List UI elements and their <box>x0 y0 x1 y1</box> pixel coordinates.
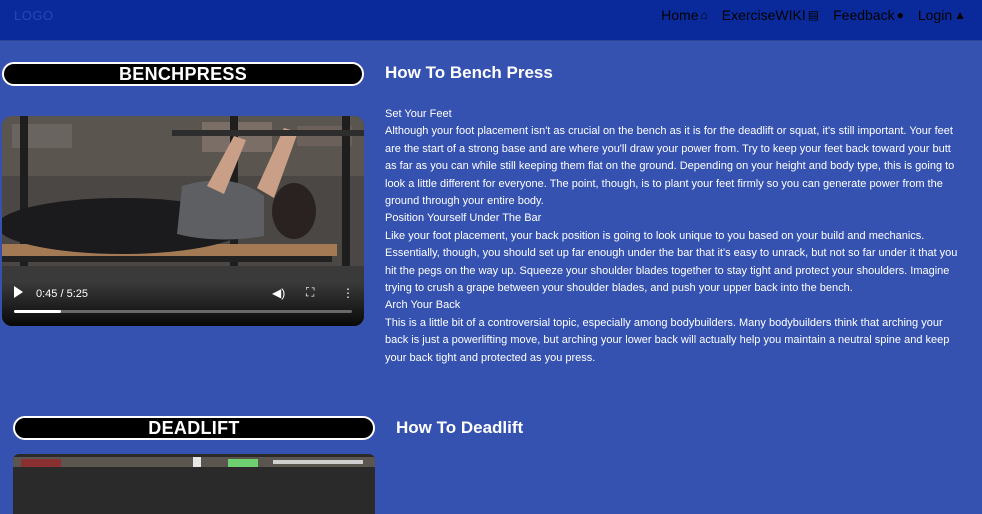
video-controls: 0:45 / 5:25 ◀) ⛶ ⋮ <box>2 282 364 326</box>
video-frame-image <box>13 457 375 467</box>
nav-exercisewiki-label: ExerciseWIKI <box>721 7 806 23</box>
exercise-video-player[interactable]: 0:45 / 5:25 ◀) ⛶ ⋮ <box>2 116 364 326</box>
site-logo[interactable]: LOGO <box>14 8 54 23</box>
video-time: 0:45 / 5:25 <box>36 288 88 300</box>
nav-home-link[interactable]: Home ⌂ <box>661 7 708 23</box>
paragraph-position-under-bar: Like your foot placement, your back posi… <box>385 229 958 295</box>
volume-icon[interactable]: ◀) <box>272 286 285 300</box>
top-navbar: LOGO Home ⌂ ExerciseWIKI ▤ Feedback ● Lo… <box>0 0 982 40</box>
nav-feedback-label: Feedback <box>833 7 895 23</box>
paragraph-set-your-feet: Although your foot placement isn't as cr… <box>385 125 955 208</box>
nav-exercisewiki-link[interactable]: ExerciseWIKI ▤ <box>722 7 819 23</box>
play-icon[interactable] <box>14 286 23 298</box>
nav-feedback-link[interactable]: Feedback ● <box>833 7 904 23</box>
exercise-description: Set Your Feet Although your foot placeme… <box>385 106 963 367</box>
comment-icon: ● <box>896 8 904 22</box>
exercise-name-pill: BENCHPRESS <box>2 62 364 86</box>
user-icon: ▲ <box>954 8 966 22</box>
subheading-set-your-feet: Set Your Feet <box>385 108 452 120</box>
exercise-name-pill: DEADLIFT <box>13 416 375 440</box>
exercise-video-player[interactable] <box>13 454 375 514</box>
paragraph-arch-your-back: This is a little bit of a controversial … <box>385 316 950 364</box>
nav-login-link[interactable]: Login ▲ <box>918 7 966 23</box>
section-heading: How To Deadlift <box>396 418 524 437</box>
section-heading: How To Bench Press <box>385 63 553 82</box>
video-progress-fill <box>14 310 62 313</box>
nav-home-label: Home <box>661 7 699 23</box>
fullscreen-icon[interactable]: ⛶ <box>306 285 314 300</box>
video-progress-bar[interactable] <box>14 310 352 313</box>
nav-login-label: Login <box>917 7 953 23</box>
subheading-arch-your-back: Arch Your Back <box>385 299 461 312</box>
subheading-position-under-bar: Position Yourself Under The Bar <box>385 212 542 225</box>
more-options-icon[interactable]: ⋮ <box>342 286 354 300</box>
nav-links: Home ⌂ ExerciseWIKI ▤ Feedback ● Login ▲ <box>661 7 966 23</box>
book-icon: ▤ <box>807 8 820 22</box>
home-icon: ⌂ <box>700 8 708 22</box>
